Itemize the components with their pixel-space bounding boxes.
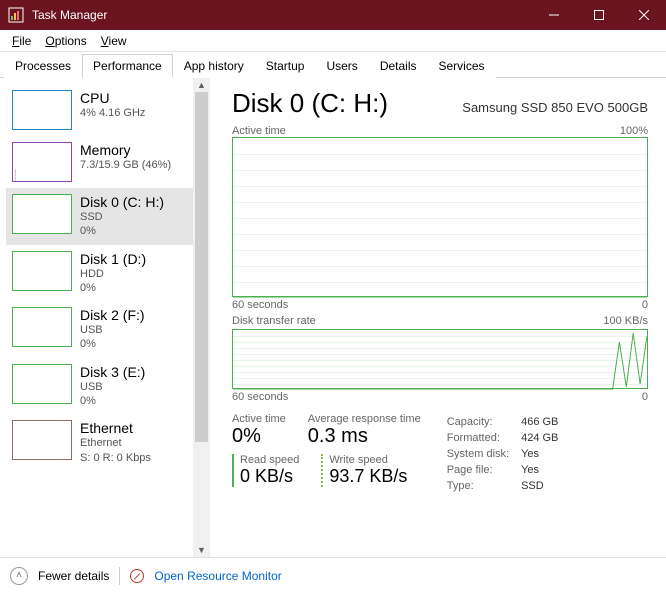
- read-speed-label: Read speed: [240, 454, 299, 466]
- sidebar-item-line3: 0%: [80, 224, 164, 238]
- sidebar-item-title: Memory: [80, 142, 171, 158]
- scroll-down-icon[interactable]: ▼: [193, 543, 210, 557]
- active-time-chart: [232, 137, 648, 297]
- tab-performance[interactable]: Performance: [82, 54, 173, 78]
- avg-response-value: 0.3 ms: [308, 425, 421, 448]
- main-panel: Disk 0 (C: H:) Samsung SSD 850 EVO 500GB…: [210, 78, 666, 557]
- sidebar-item-line2: USB: [80, 380, 145, 394]
- sidebar-item-line2: 4% 4.16 GHz: [80, 106, 145, 120]
- property-value: 466 GB: [521, 415, 568, 429]
- property-key: Capacity:: [447, 415, 519, 429]
- property-value: SSD: [521, 479, 568, 493]
- scroll-thumb[interactable]: [195, 92, 208, 442]
- chart1-xleft: 60 seconds: [232, 299, 288, 311]
- transfer-rate-chart: [232, 329, 648, 389]
- sidebar-item-line3: 0%: [80, 281, 146, 295]
- close-button[interactable]: [621, 0, 666, 30]
- sidebar-item-line3: S: 0 R: 0 Kbps: [80, 451, 151, 465]
- property-row: Formatted:424 GB: [447, 431, 569, 445]
- chart1-max: 100%: [620, 125, 648, 137]
- thumbnail-icon: [12, 420, 72, 460]
- sidebar-item-cpu-0[interactable]: CPU 4% 4.16 GHz: [6, 84, 210, 136]
- sidebar-item-line2: HDD: [80, 267, 146, 281]
- sidebar-item-line3: 0%: [80, 394, 145, 408]
- write-speed-value: 93.7 KB/s: [329, 466, 407, 487]
- open-resource-monitor-link[interactable]: Open Resource Monitor: [154, 569, 281, 583]
- chart2-max: 100 KB/s: [603, 315, 648, 327]
- chart2-label: Disk transfer rate: [232, 315, 316, 327]
- tab-services[interactable]: Services: [428, 54, 496, 78]
- sidebar-item-line2: Ethernet: [80, 436, 151, 450]
- resource-monitor-icon: [130, 569, 144, 583]
- property-value: Yes: [521, 447, 568, 461]
- sidebar: CPU 4% 4.16 GHz Memory 7.3/15.9 GB (46%)…: [0, 78, 210, 557]
- sidebar-item-disk-3[interactable]: Disk 1 (D:) HDD 0%: [6, 245, 210, 302]
- menu-bar: File Options View: [0, 30, 666, 52]
- property-row: System disk:Yes: [447, 447, 569, 461]
- title-bar: Task Manager: [0, 0, 666, 30]
- thumbnail-icon: [12, 307, 72, 347]
- thumbnail-icon: [12, 364, 72, 404]
- tab-processes[interactable]: Processes: [4, 54, 82, 78]
- sidebar-item-disk-4[interactable]: Disk 2 (F:) USB 0%: [6, 301, 210, 358]
- minimize-button[interactable]: [531, 0, 576, 30]
- property-value: Yes: [521, 463, 568, 477]
- sidebar-item-title: Disk 3 (E:): [80, 364, 145, 380]
- thumbnail-icon: [12, 142, 72, 182]
- sidebar-item-title: Disk 1 (D:): [80, 251, 146, 267]
- app-icon: [8, 7, 24, 23]
- menu-options[interactable]: Options: [39, 32, 92, 50]
- read-speed-value: 0 KB/s: [240, 466, 299, 487]
- tab-users[interactable]: Users: [315, 54, 368, 78]
- disk-properties: Capacity:466 GBFormatted:424 GBSystem di…: [445, 413, 571, 495]
- fewer-details-button[interactable]: Fewer details: [38, 569, 109, 583]
- property-value: 424 GB: [521, 431, 568, 445]
- chart2-xleft: 60 seconds: [232, 391, 288, 403]
- scroll-up-icon[interactable]: ▲: [193, 78, 210, 92]
- chart2-xright: 0: [642, 391, 648, 403]
- sidebar-item-title: Ethernet: [80, 420, 151, 436]
- window-title: Task Manager: [32, 8, 107, 22]
- active-time-value: 0%: [232, 425, 286, 448]
- active-time-label: Active time: [232, 413, 286, 425]
- scrollbar[interactable]: ▲ ▼: [193, 78, 210, 557]
- thumbnail-icon: [12, 251, 72, 291]
- chart1-xright: 0: [642, 299, 648, 311]
- tab-startup[interactable]: Startup: [255, 54, 316, 78]
- sidebar-item-disk-5[interactable]: Disk 3 (E:) USB 0%: [6, 358, 210, 415]
- chevron-up-icon[interactable]: ˄: [10, 567, 28, 585]
- property-key: Page file:: [447, 463, 519, 477]
- write-speed-label: Write speed: [329, 454, 407, 466]
- property-key: System disk:: [447, 447, 519, 461]
- chart1-label: Active time: [232, 125, 286, 137]
- disk-model: Samsung SSD 850 EVO 500GB: [462, 100, 648, 115]
- property-row: Type:SSD: [447, 479, 569, 493]
- sidebar-item-line3: 0%: [80, 337, 145, 351]
- menu-file[interactable]: File: [6, 32, 37, 50]
- thumbnail-icon: [12, 90, 72, 130]
- sidebar-item-title: Disk 2 (F:): [80, 307, 145, 323]
- sidebar-item-line2: 7.3/15.9 GB (46%): [80, 158, 171, 172]
- tab-app-history[interactable]: App history: [173, 54, 255, 78]
- sidebar-item-line2: SSD: [80, 210, 164, 224]
- property-row: Page file:Yes: [447, 463, 569, 477]
- menu-view[interactable]: View: [95, 32, 133, 50]
- property-key: Formatted:: [447, 431, 519, 445]
- footer: ˄ Fewer details Open Resource Monitor: [0, 557, 666, 593]
- sidebar-item-title: Disk 0 (C: H:): [80, 194, 164, 210]
- sidebar-item-title: CPU: [80, 90, 145, 106]
- sidebar-item-line2: USB: [80, 323, 145, 337]
- sidebar-item-disk-2[interactable]: Disk 0 (C: H:) SSD 0%: [6, 188, 210, 245]
- avg-response-label: Average response time: [308, 413, 421, 425]
- sidebar-item-eth-6[interactable]: Ethernet Ethernet S: 0 R: 0 Kbps: [6, 414, 210, 471]
- maximize-button[interactable]: [576, 0, 621, 30]
- page-title: Disk 0 (C: H:): [232, 88, 388, 119]
- tab-bar: Processes Performance App history Startu…: [0, 52, 666, 78]
- sidebar-item-mem-1[interactable]: Memory 7.3/15.9 GB (46%): [6, 136, 210, 188]
- property-row: Capacity:466 GB: [447, 415, 569, 429]
- property-key: Type:: [447, 479, 519, 493]
- thumbnail-icon: [12, 194, 72, 234]
- tab-details[interactable]: Details: [369, 54, 428, 78]
